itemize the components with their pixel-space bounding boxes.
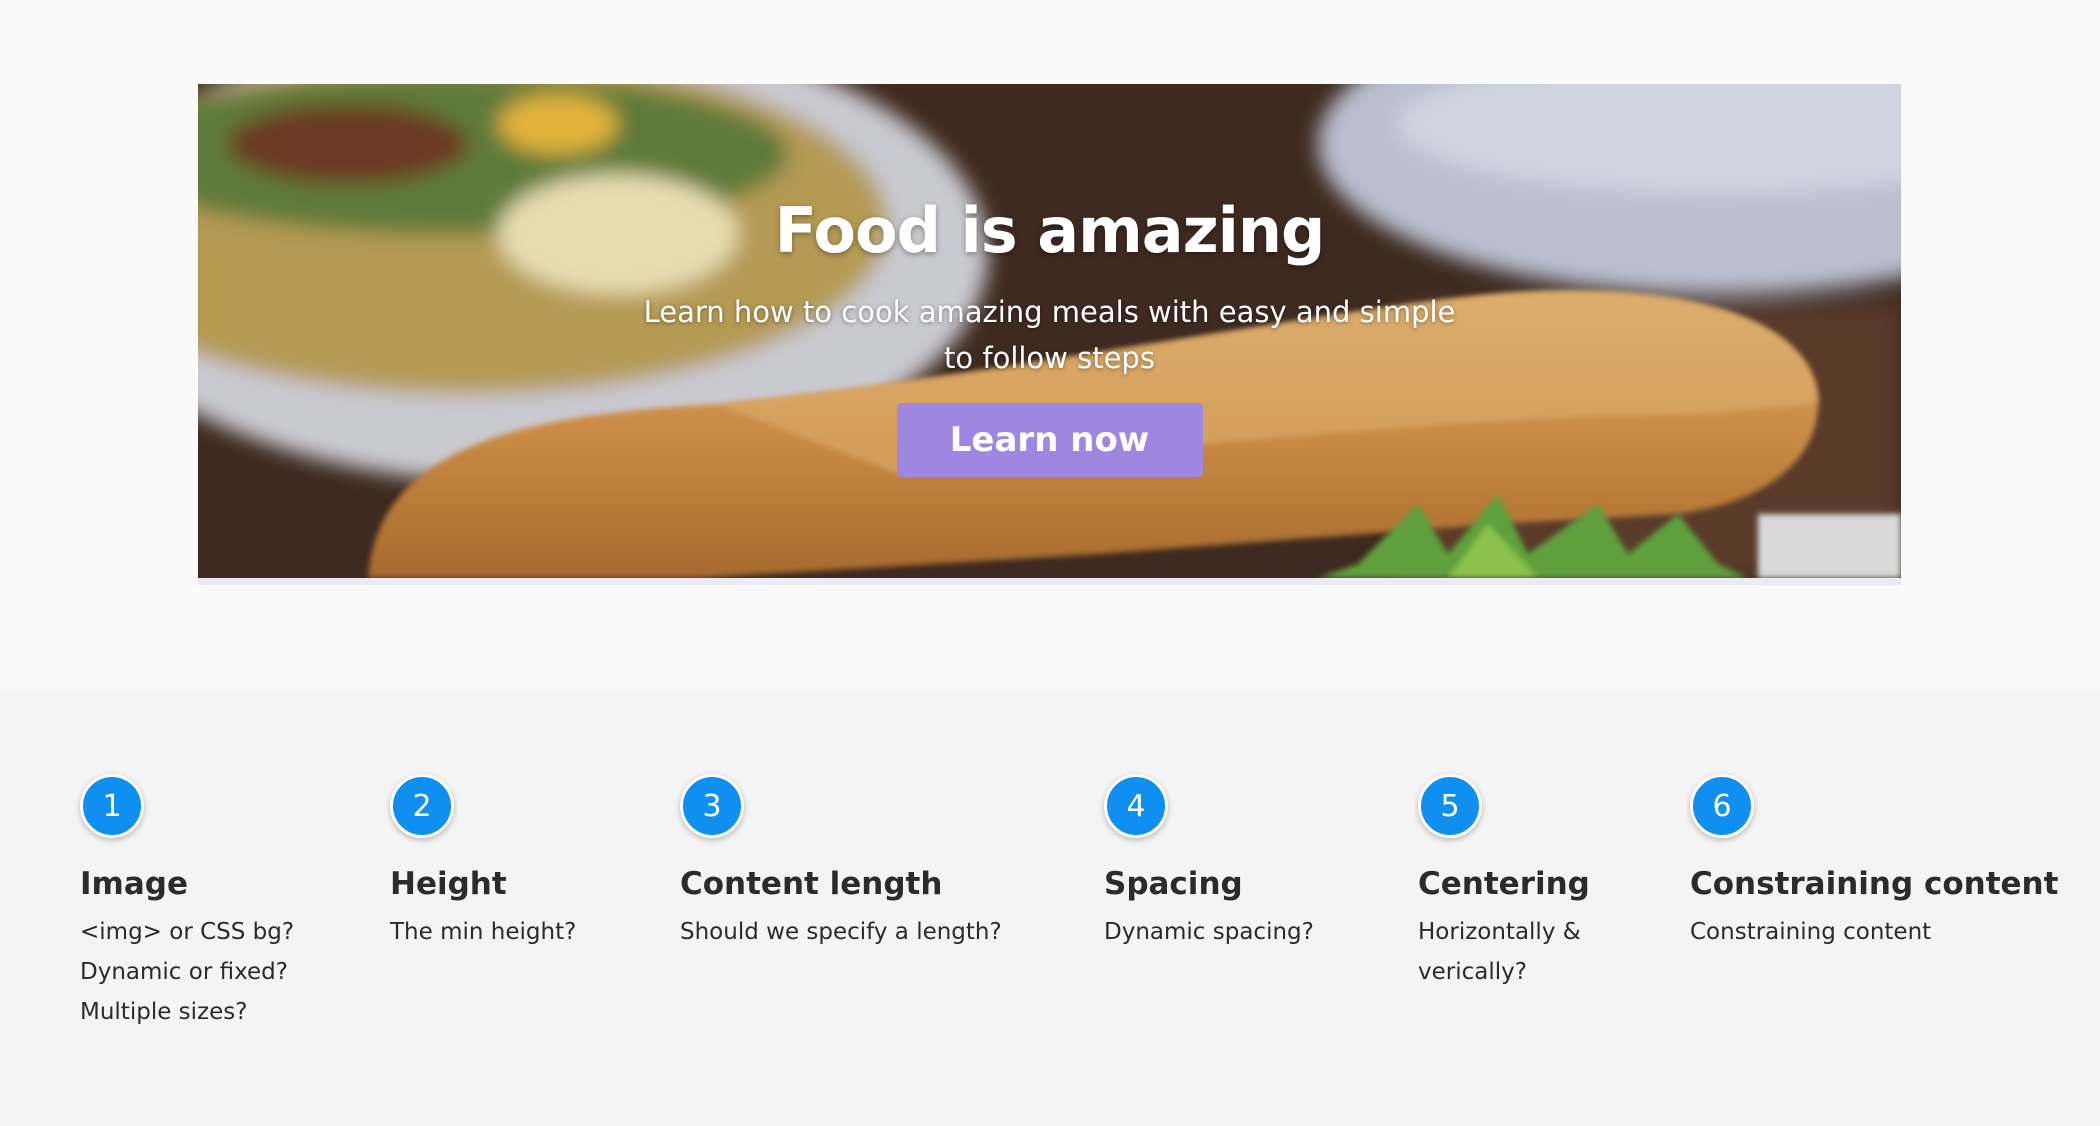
item-line: Should we specify a length?: [680, 919, 1002, 945]
item-description: <img> or CSS bg? Dynamic or fixed? Multi…: [80, 912, 294, 1032]
hero-section: Food is amazing Learn how to cook amazin…: [0, 0, 2100, 690]
hero-banner: Food is amazing Learn how to cook amazin…: [198, 84, 1901, 578]
hero-subtitle: Learn how to cook amazing meals with eas…: [643, 295, 1456, 375]
item-description: Dynamic spacing?: [1104, 912, 1314, 952]
item-line: Horizontally &: [1418, 919, 1581, 945]
checklist-item-image: 1 Image <img> or CSS bg? Dynamic or fixe…: [80, 774, 294, 1032]
number-badge: 3: [680, 774, 744, 838]
number-badge: 5: [1418, 774, 1482, 838]
checklist-item-spacing: 4 Spacing Dynamic spacing?: [1104, 774, 1314, 952]
item-title: Content length: [680, 866, 943, 902]
item-description: Should we specify a length?: [680, 912, 1002, 952]
number-badge: 2: [390, 774, 454, 838]
item-description: The min height?: [390, 912, 576, 952]
item-title: Height: [390, 866, 507, 902]
item-line: verically?: [1418, 959, 1527, 985]
item-title: Centering: [1418, 866, 1590, 902]
number-badge: 4: [1104, 774, 1168, 838]
hero-divider: [198, 578, 1901, 585]
item-line: Dynamic spacing?: [1104, 919, 1314, 945]
item-title: Constraining content: [1690, 866, 2059, 902]
item-line: Dynamic or fixed?: [80, 959, 288, 985]
item-line: Constraining content: [1690, 919, 1932, 945]
number-badge: 6: [1690, 774, 1754, 838]
checklist-item-content-length: 3 Content length Should we specify a len…: [680, 774, 1002, 952]
checklist-item-height: 2 Height The min height?: [390, 774, 576, 952]
item-line: The min height?: [390, 919, 577, 945]
item-line: <img> or CSS bg?: [80, 919, 295, 945]
checklist-section: 1 Image <img> or CSS bg? Dynamic or fixe…: [0, 690, 2100, 1126]
number-badge: 1: [80, 774, 144, 838]
hero-title: Food is amazing: [774, 194, 1326, 267]
item-line: Multiple sizes?: [80, 999, 248, 1025]
hero-content: Food is amazing Learn how to cook amazin…: [198, 84, 1901, 578]
item-description: Horizontally & verically?: [1418, 912, 1590, 992]
learn-now-button[interactable]: Learn now: [896, 403, 1203, 477]
checklist-item-centering: 5 Centering Horizontally & verically?: [1418, 774, 1590, 992]
item-title: Image: [80, 866, 188, 902]
checklist-item-constraining-content: 6 Constraining content Constraining cont…: [1690, 774, 2058, 952]
item-title: Spacing: [1104, 866, 1243, 902]
item-description: Constraining content: [1690, 912, 2058, 952]
